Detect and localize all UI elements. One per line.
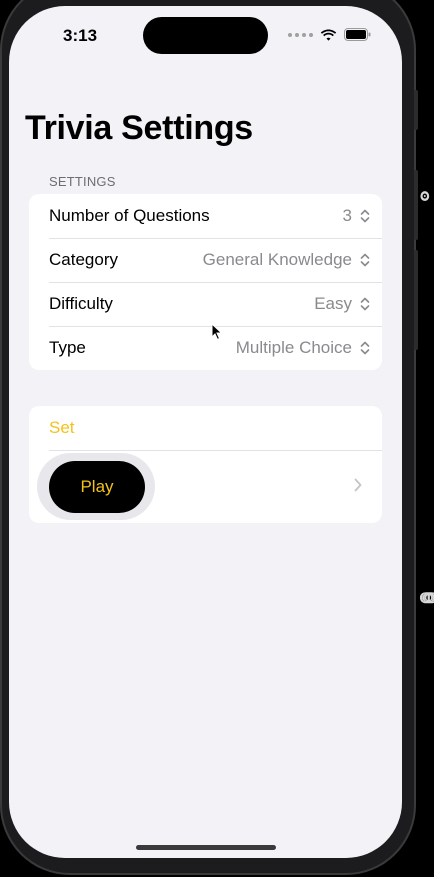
edge-glyph-top: ʘ (420, 186, 430, 205)
page-title: Trivia Settings (25, 109, 253, 147)
play-button[interactable]: Play (49, 461, 145, 513)
play-row[interactable]: Play (29, 450, 382, 523)
picker-row-difficulty[interactable]: Difficulty Easy (29, 282, 382, 326)
picker-value[interactable]: 3 (343, 206, 352, 226)
settings-group: Number of Questions 3 Category General K… (29, 194, 382, 370)
volume-up-button (414, 170, 418, 240)
row-divider (49, 450, 382, 451)
status-icons (288, 28, 371, 41)
phone-screen: 3:13 Trivia Settings SETTINGS Number of … (9, 6, 402, 858)
picker-label: Number of Questions (49, 206, 210, 225)
chevron-up-down-icon (360, 253, 370, 267)
picker-value[interactable]: Easy (314, 294, 352, 314)
set-button[interactable]: Set (49, 418, 75, 438)
row-divider (49, 282, 382, 283)
section-header-settings: SETTINGS (49, 174, 116, 189)
chevron-up-down-icon (360, 297, 370, 311)
actions-group: Set Play (29, 406, 382, 523)
picker-label: Type (49, 338, 86, 357)
mouse-pointer-icon (211, 323, 223, 341)
side-button (414, 90, 418, 130)
picker-value[interactable]: General Knowledge (203, 250, 352, 270)
picker-label: Difficulty (49, 294, 113, 313)
battery-icon (344, 28, 371, 41)
home-indicator[interactable] (136, 845, 276, 850)
edge-glyph-bottom: ↈP (420, 588, 434, 607)
chevron-up-down-icon (360, 209, 370, 223)
chevron-right-icon (354, 478, 362, 492)
picker-value[interactable]: Multiple Choice (236, 338, 352, 358)
set-row[interactable]: Set (29, 406, 382, 450)
picker-row-category[interactable]: Category General Knowledge (29, 238, 382, 282)
row-divider (49, 238, 382, 239)
wifi-icon (320, 29, 337, 41)
chevron-up-down-icon (360, 341, 370, 355)
status-time: 3:13 (63, 26, 98, 45)
picker-row-number-of-questions[interactable]: Number of Questions 3 (29, 194, 382, 238)
dots-icon (288, 32, 313, 37)
volume-down-button (414, 250, 418, 350)
picker-label: Category (49, 250, 118, 269)
picker-row-type[interactable]: Type Multiple Choice (29, 326, 382, 370)
dynamic-island (143, 17, 268, 54)
